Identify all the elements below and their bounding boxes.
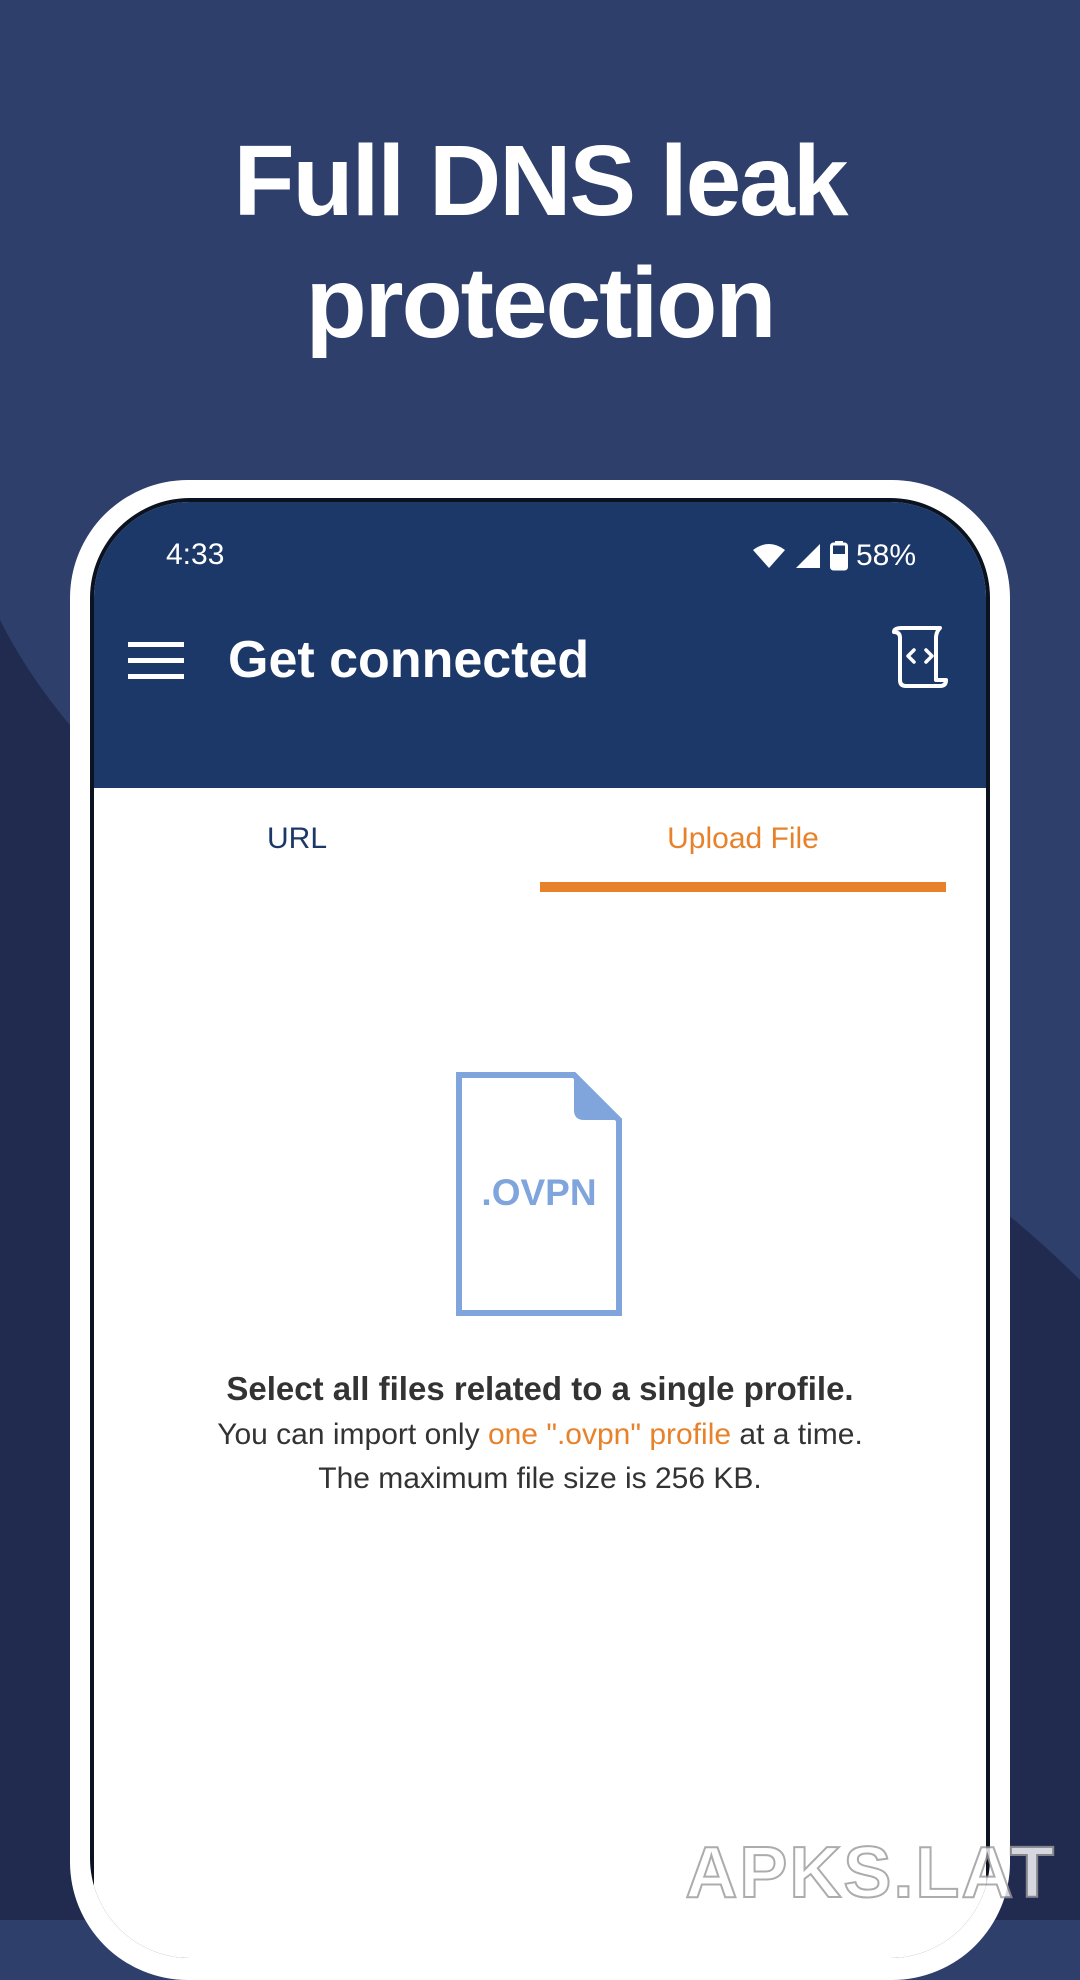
cell-signal-icon (795, 544, 820, 568)
status-time: 4:33 (166, 538, 225, 571)
app-bar: 4:33 58% Get connected (94, 502, 986, 788)
upload-heading: Select all files related to a single pro… (226, 1370, 854, 1407)
instruction-prefix: You can import only (217, 1418, 488, 1451)
watermark-text: APKS.LAT (684, 1832, 1056, 1914)
tab-url[interactable]: URL (94, 788, 500, 898)
battery-icon (829, 541, 848, 571)
tab-selected-indicator (540, 882, 946, 892)
status-icons: 58% (752, 536, 916, 576)
instruction-suffix: at a time. (731, 1418, 863, 1451)
phone-screen: 4:33 58% Get connected URL Upload File .… (90, 498, 990, 1958)
wifi-icon (752, 544, 785, 568)
script-file-icon[interactable] (890, 624, 950, 688)
ovpn-file-label: .OVPN (481, 1172, 597, 1213)
instruction-highlight: one ".ovpn" profile (487, 1418, 732, 1451)
page-title: Get connected (228, 631, 590, 689)
app-screen: 4:33 58% Get connected URL Upload File .… (94, 502, 986, 1958)
battery-percent: 58% (855, 539, 916, 572)
headline-line-2: protection (305, 247, 777, 359)
tab-bar: URL Upload File (94, 788, 986, 898)
promo-headline: Full DNS leak protection (0, 120, 1080, 364)
upload-instruction: You can import only one ".ovpn" profile … (94, 1418, 986, 1452)
headline-line-1: Full DNS leak (233, 125, 848, 237)
file-size-limit: The maximum file size is 256 KB. (318, 1462, 762, 1495)
hamburger-menu-icon[interactable] (128, 632, 184, 688)
